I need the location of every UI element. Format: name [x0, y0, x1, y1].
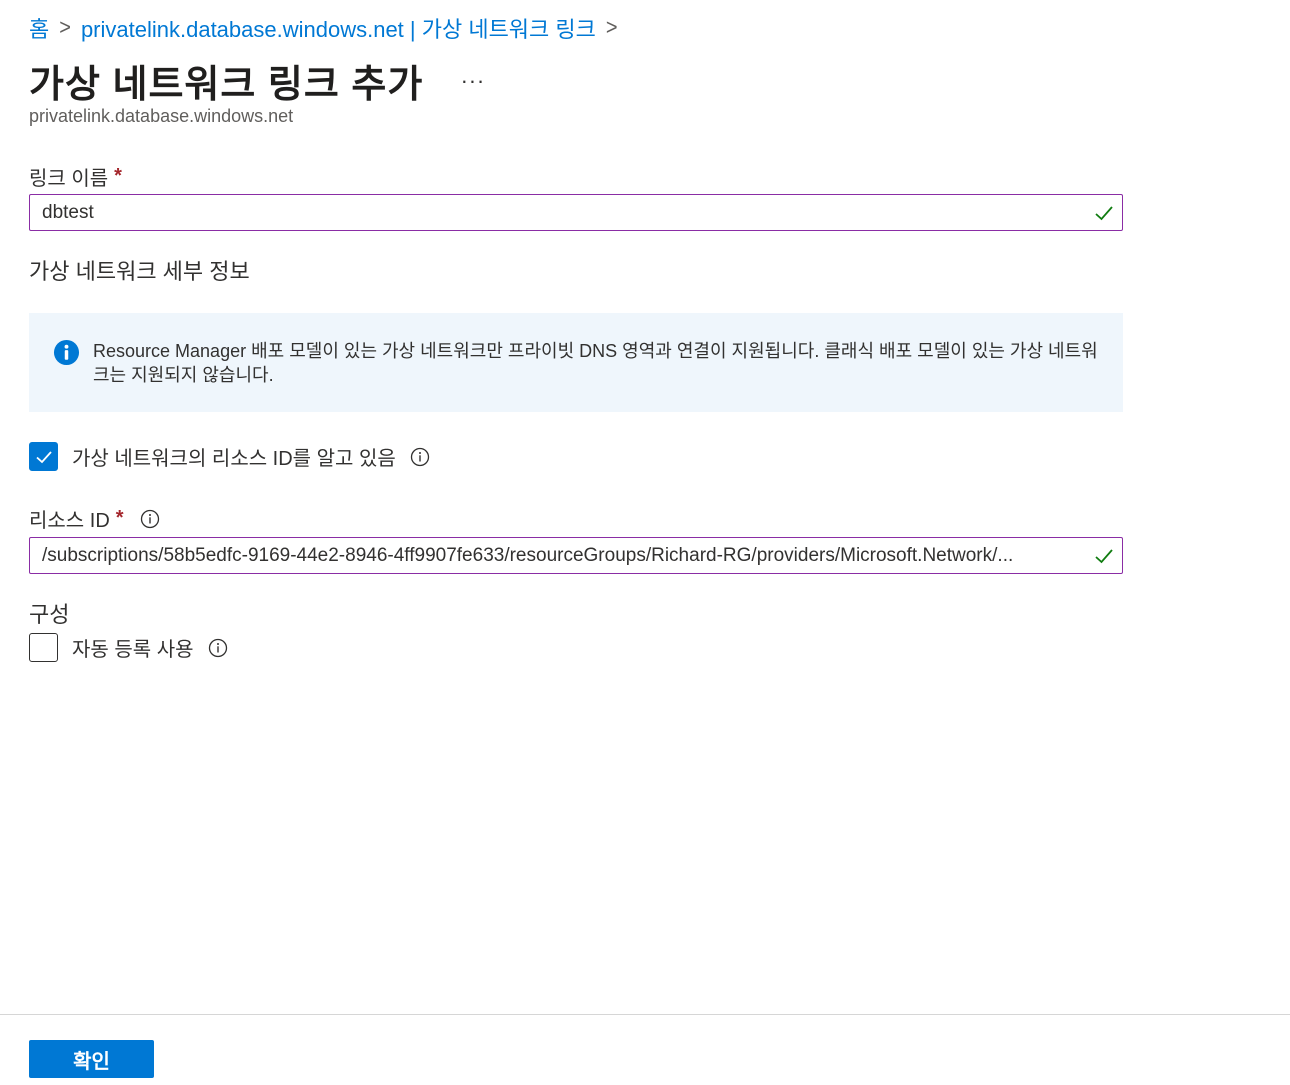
- link-name-input[interactable]: dbtest: [29, 194, 1123, 231]
- breadcrumb-parent-link[interactable]: privatelink.database.windows.net | 가상 네트…: [81, 12, 596, 44]
- configuration-heading: 구성: [29, 602, 70, 627]
- auto-registration-label: 자동 등록 사용: [72, 639, 194, 661]
- link-name-value: dbtest: [42, 201, 94, 223]
- link-name-label-text: 링크 이름: [29, 168, 109, 190]
- resource-id-label: 리소스 ID *: [29, 504, 160, 533]
- info-circle-icon[interactable]: [208, 638, 228, 658]
- checkmark-icon: [1095, 206, 1113, 221]
- title-row: 가상 네트워크 링크 추가 ...: [29, 52, 486, 108]
- vnet-details-heading: 가상 네트워크 세부 정보: [29, 259, 250, 284]
- page-title: 가상 네트워크 링크 추가: [29, 63, 424, 106]
- chevron-right-icon: >: [605, 15, 618, 40]
- checkmark-icon: [1095, 549, 1113, 564]
- auto-registration-checkbox[interactable]: [29, 633, 58, 662]
- link-name-label: 링크 이름 *: [29, 162, 122, 191]
- page-subtitle: privatelink.database.windows.net: [29, 106, 294, 126]
- required-marker: *: [114, 165, 122, 187]
- resource-id-input[interactable]: /subscriptions/58b5edfc-9169-44e2-8946-4…: [29, 537, 1123, 574]
- breadcrumb-home-link[interactable]: 홈: [29, 12, 49, 44]
- info-circle-icon[interactable]: [410, 447, 430, 467]
- add-vnet-link-page: 홈 > privatelink.database.windows.net | 가…: [0, 0, 1290, 1085]
- auto-registration-row: 자동 등록 사용: [29, 633, 228, 662]
- know-resource-id-label: 가상 네트워크의 리소스 ID를 알고 있음: [72, 448, 396, 470]
- breadcrumb: 홈 > privatelink.database.windows.net | 가…: [29, 12, 618, 44]
- more-options-icon[interactable]: ...: [461, 63, 485, 89]
- know-resource-id-row: 가상 네트워크의 리소스 ID를 알고 있음: [29, 442, 430, 471]
- resource-id-label-text: 리소스 ID: [29, 510, 110, 532]
- info-circle-icon[interactable]: [140, 509, 160, 529]
- checkmark-icon: [35, 450, 52, 463]
- info-message-box: Resource Manager 배포 모델이 있는 가상 네트워크만 프라이빗…: [29, 313, 1123, 412]
- confirm-button[interactable]: 확인: [29, 1040, 154, 1078]
- required-marker: *: [115, 507, 124, 529]
- chevron-right-icon: >: [59, 15, 71, 40]
- footer-divider: [0, 1014, 1290, 1015]
- know-resource-id-checkbox[interactable]: [29, 442, 58, 471]
- resource-id-value: /subscriptions/58b5edfc-9169-44e2-8946-4…: [42, 544, 1014, 566]
- info-icon: [53, 339, 80, 366]
- info-message-text: Resource Manager 배포 모델이 있는 가상 네트워크만 프라이빗…: [93, 341, 1098, 385]
